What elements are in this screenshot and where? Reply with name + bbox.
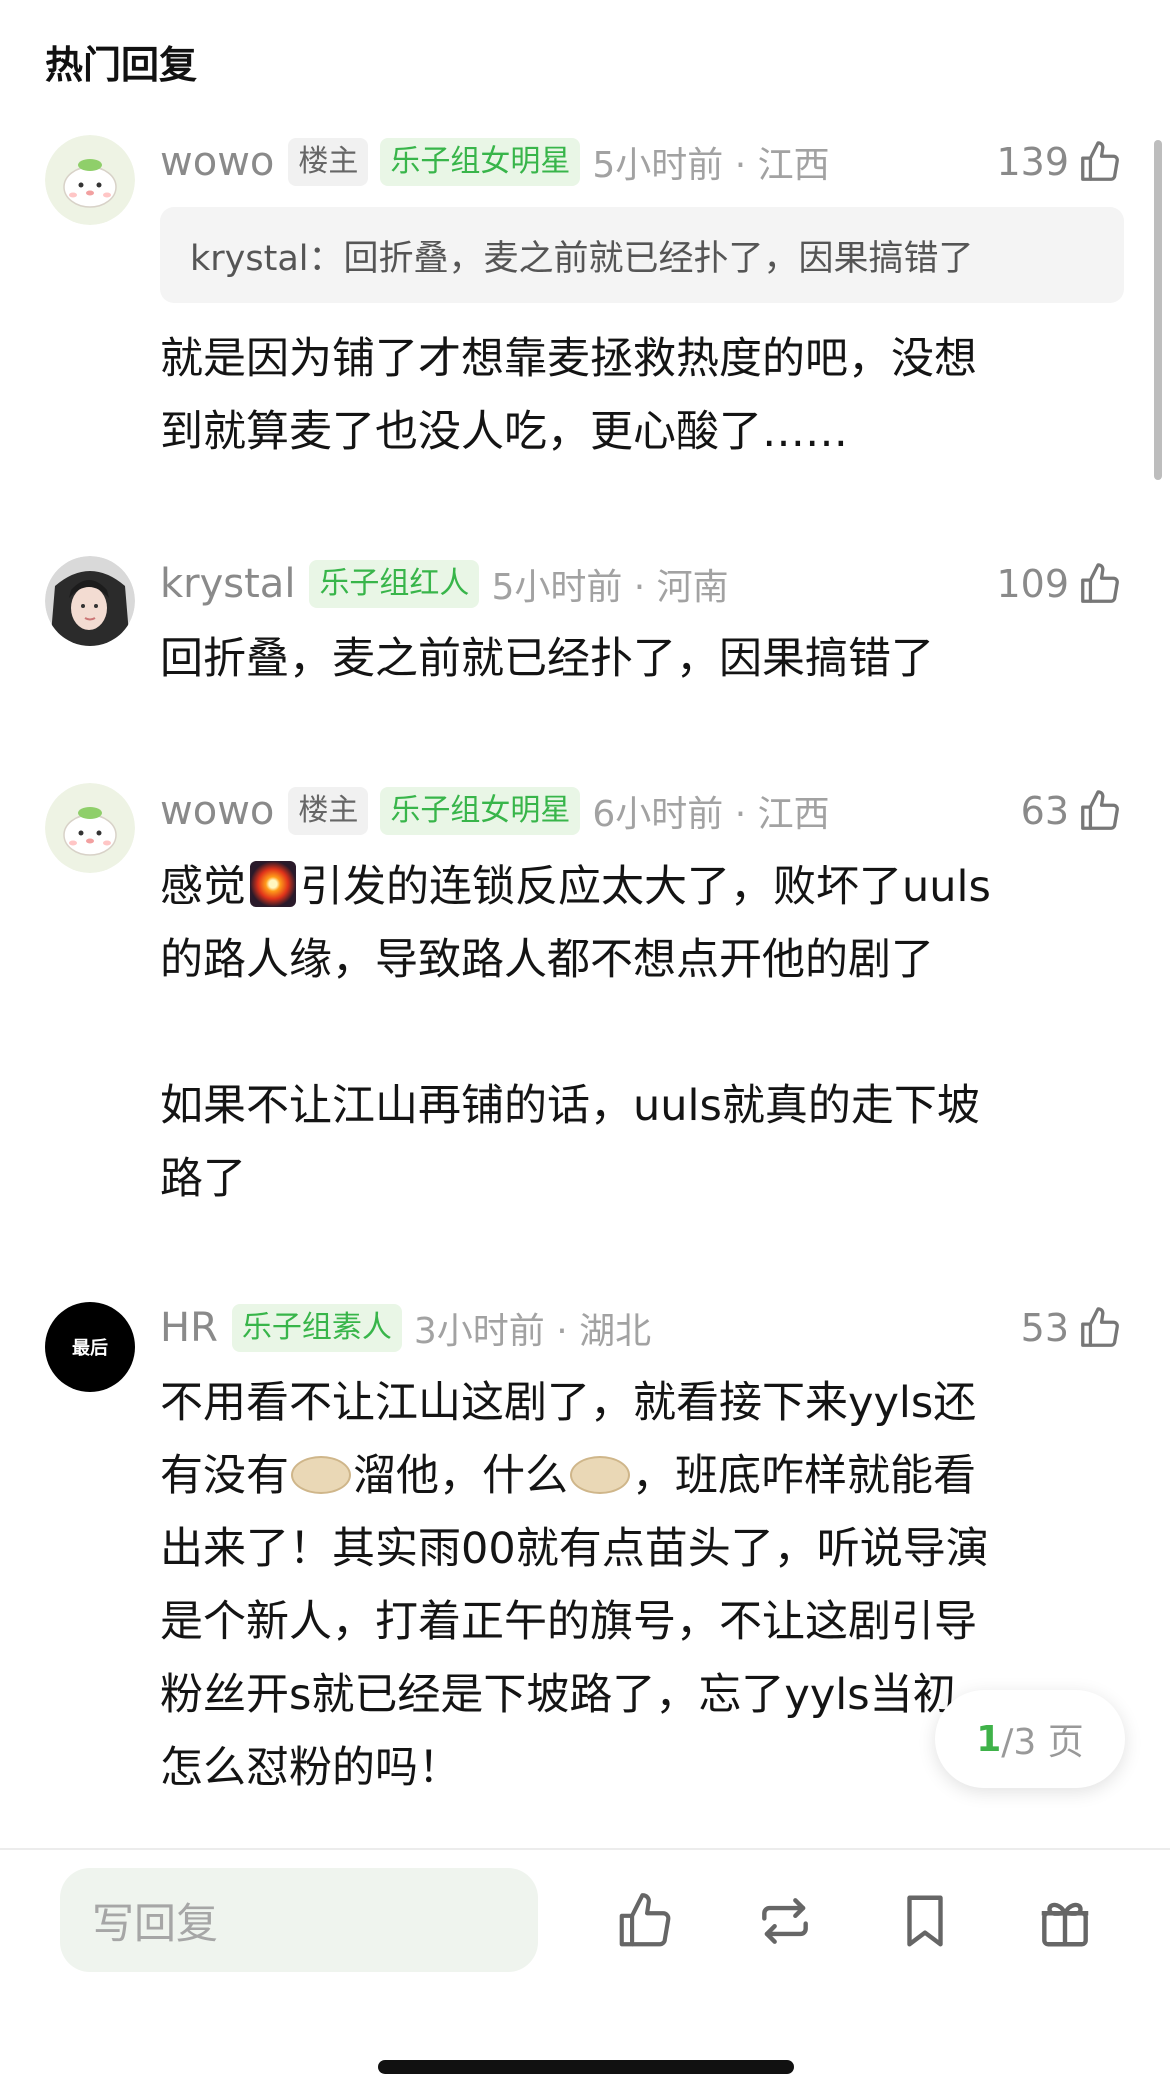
avatar-text: 最后 bbox=[72, 1338, 108, 1359]
comment-line: 出来了！其实雨00就有点苗头了，听说导演 bbox=[160, 1524, 989, 1574]
comment-line: 如果不让江山再铺的话，uuls就真的走下坡 bbox=[160, 1081, 980, 1131]
avatar[interactable] bbox=[45, 556, 135, 646]
comment-meta: wowo 楼主 乐子组女明星 5小时前 · 江西 bbox=[160, 134, 830, 190]
comment-line: 路了 bbox=[160, 1154, 246, 1204]
username[interactable]: wowo bbox=[160, 139, 274, 185]
thumbs-up-icon[interactable] bbox=[1075, 786, 1125, 836]
username[interactable]: HR bbox=[160, 1305, 218, 1351]
username[interactable]: wowo bbox=[160, 788, 274, 834]
comment-time: 3小时前 · 湖北 bbox=[413, 1311, 652, 1352]
like-control[interactable]: 109 bbox=[996, 556, 1125, 612]
comment-line: 不用看不让江山这剧了，就看接下来yyls还 bbox=[160, 1378, 977, 1428]
comment-time: 5小时前 · 江西 bbox=[592, 145, 830, 186]
pancake-emoji-icon bbox=[570, 1456, 630, 1494]
thumbs-up-icon[interactable] bbox=[1075, 1303, 1125, 1353]
comment-text-segment: 有没有 bbox=[160, 1451, 289, 1501]
comment-meta: krystal 乐子组红人 5小时前 · 河南 bbox=[160, 556, 729, 612]
comment-time: 6小时前 · 江西 bbox=[592, 794, 830, 835]
section-title: 热门回复 bbox=[45, 43, 198, 87]
avatar[interactable] bbox=[45, 135, 135, 225]
comment-line: 就是因为铺了才想靠麦拯救热度的吧，没想 bbox=[160, 334, 977, 384]
page-indicator[interactable]: 1/3 页 bbox=[935, 1690, 1125, 1788]
total-pages: /3 页 bbox=[1001, 1722, 1084, 1763]
group-tag: 乐子组素人 bbox=[231, 1304, 402, 1352]
group-tag: 乐子组女明星 bbox=[380, 787, 581, 835]
comment-line: 到就算麦了也没人吃，更心酸了…… bbox=[160, 407, 848, 457]
gift-icon[interactable] bbox=[1032, 1888, 1098, 1954]
host-tag: 楼主 bbox=[288, 787, 369, 835]
like-count: 109 bbox=[996, 562, 1069, 606]
like-control[interactable]: 139 bbox=[996, 134, 1125, 190]
bookmark-icon[interactable] bbox=[892, 1888, 958, 1954]
comment-meta: wowo 楼主 乐子组女明星 6小时前 · 江西 bbox=[160, 783, 830, 839]
comment-line: 是个新人，打着正午的旗号，不让这剧引导 bbox=[160, 1597, 977, 1647]
comment-text: 就是因为铺了才想靠麦拯救热度的吧，没想 到就算麦了也没人吃，更心酸了…… bbox=[160, 323, 1120, 469]
comment-line: 回折叠，麦之前就已经扑了，因果搞错了 bbox=[160, 634, 934, 684]
scrollbar[interactable] bbox=[1154, 140, 1162, 480]
comment-text-segment: ，班底咋样就能看 bbox=[632, 1451, 976, 1501]
comment-line: 感觉 引发的连锁反应太大了，败坏了uuls bbox=[160, 851, 1120, 924]
quoted-reply[interactable]: krystal：回折叠，麦之前就已经扑了，因果搞错了 bbox=[160, 207, 1124, 303]
reply-input[interactable]: 写回复 bbox=[60, 1868, 538, 1972]
fireworks-emoji-icon bbox=[250, 861, 296, 907]
group-tag: 乐子组红人 bbox=[309, 560, 480, 608]
username[interactable]: krystal bbox=[160, 561, 295, 607]
avatar[interactable] bbox=[45, 783, 135, 873]
thumbs-up-icon[interactable] bbox=[1075, 559, 1125, 609]
comment-line: 的路人缘，导致路人都不想点开他的剧了 bbox=[160, 935, 934, 985]
comment-text-segment: 感觉 bbox=[160, 862, 246, 912]
like-count: 63 bbox=[1020, 789, 1069, 833]
comment-meta: HR 乐子组素人 3小时前 · 湖北 bbox=[160, 1300, 651, 1356]
comment-time: 5小时前 · 河南 bbox=[491, 567, 729, 608]
host-tag: 楼主 bbox=[288, 138, 369, 186]
comment-text: 回折叠，麦之前就已经扑了，因果搞错了 bbox=[160, 623, 1120, 696]
like-count: 53 bbox=[1020, 1306, 1069, 1350]
current-page: 1 bbox=[976, 1718, 1002, 1760]
like-count: 139 bbox=[996, 140, 1069, 184]
pancake-emoji-icon bbox=[291, 1456, 351, 1494]
like-control[interactable]: 53 bbox=[1021, 1300, 1125, 1356]
like-control[interactable]: 63 bbox=[1021, 783, 1125, 839]
comment-text-segment: 引发的连锁反应太大了，败坏了uuls bbox=[300, 862, 991, 912]
like-icon[interactable] bbox=[612, 1888, 678, 1954]
thumbs-up-icon[interactable] bbox=[1075, 137, 1125, 187]
comment-text: 感觉 引发的连锁反应太大了，败坏了uuls 的路人缘，导致路人都不想点开他的剧了 … bbox=[160, 851, 1120, 1216]
comment-line: 有没有 溜他，什么 ，班底咋样就能看 bbox=[160, 1440, 1120, 1513]
comment-text-segment: 溜他，什么 bbox=[353, 1451, 568, 1501]
home-indicator bbox=[378, 2060, 794, 2074]
avatar[interactable]: 最后 bbox=[45, 1302, 135, 1392]
group-tag: 乐子组女明星 bbox=[380, 138, 581, 186]
repost-icon[interactable] bbox=[752, 1888, 818, 1954]
